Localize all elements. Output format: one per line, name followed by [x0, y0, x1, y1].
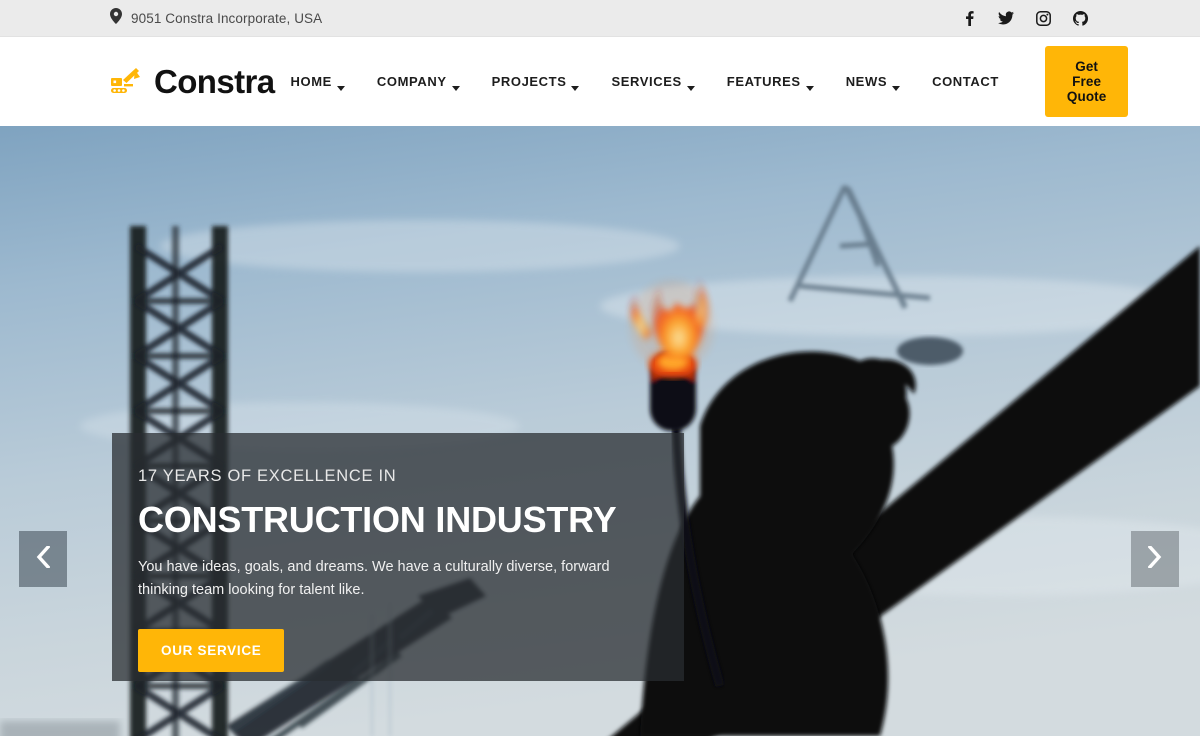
nav-item-contact[interactable]: CONTACT — [916, 74, 1015, 89]
slider-next-button[interactable] — [1131, 531, 1179, 587]
nav-label: SERVICES — [611, 74, 682, 89]
hero-slider: 17 YEARS OF EXCELLENCE IN CONSTRUCTION I… — [0, 126, 1200, 736]
site-logo[interactable]: Constra — [110, 63, 275, 101]
nav-label: COMPANY — [376, 74, 447, 89]
instagram-icon[interactable] — [1035, 10, 1051, 26]
chevron-down-icon — [686, 79, 695, 91]
github-icon[interactable] — [1072, 10, 1088, 26]
nav-label: FEATURES — [726, 74, 801, 89]
nav-item-home[interactable]: HOME — [275, 74, 361, 91]
nav-item-projects[interactable]: PROJECTS — [476, 74, 596, 91]
top-bar: 9051 Constra Incorporate, USA — [0, 0, 1200, 37]
chevron-left-icon — [36, 544, 51, 573]
nav-label: HOME — [290, 74, 332, 89]
nav-item-company[interactable]: COMPANY — [361, 74, 476, 91]
nav-label: NEWS — [845, 74, 888, 89]
nav-item-news[interactable]: NEWS — [830, 74, 916, 91]
facebook-icon[interactable] — [961, 10, 977, 26]
our-service-button[interactable]: OUR SERVICE — [138, 628, 285, 672]
site-header: Constra HOME COMPANY PROJECTS SERVICES F… — [0, 37, 1200, 126]
chevron-down-icon — [805, 79, 814, 91]
twitter-icon[interactable] — [998, 10, 1014, 26]
chevron-down-icon — [892, 79, 901, 91]
excavator-icon — [110, 66, 148, 98]
chevron-down-icon — [336, 79, 345, 91]
address-block: 9051 Constra Incorporate, USA — [110, 7, 323, 29]
slider-prev-button[interactable] — [19, 531, 67, 587]
nav-label: CONTACT — [932, 74, 999, 89]
hero-description: You have ideas, goals, and dreams. We ha… — [138, 558, 610, 599]
nav-item-services[interactable]: SERVICES — [595, 74, 710, 91]
hero-subtitle: 17 YEARS OF EXCELLENCE IN — [138, 467, 397, 485]
hero-title: CONSTRUCTION INDUSTRY — [138, 499, 617, 540]
nav-item-features[interactable]: FEATURES — [711, 74, 830, 91]
logo-text: Constra — [154, 62, 275, 100]
hero-caption: 17 YEARS OF EXCELLENCE IN CONSTRUCTION I… — [112, 433, 684, 681]
get-free-quote-button[interactable]: Get Free Quote — [1044, 46, 1129, 117]
social-links — [961, 10, 1088, 26]
main-navigation: HOME COMPANY PROJECTS SERVICES FEATURES … — [275, 46, 1129, 117]
map-pin-icon — [110, 7, 122, 29]
nav-label: PROJECTS — [491, 74, 567, 89]
chevron-right-icon — [1147, 544, 1162, 573]
address-text: 9051 Constra Incorporate, USA — [131, 10, 323, 26]
chevron-down-icon — [451, 79, 460, 91]
chevron-down-icon — [571, 79, 580, 91]
